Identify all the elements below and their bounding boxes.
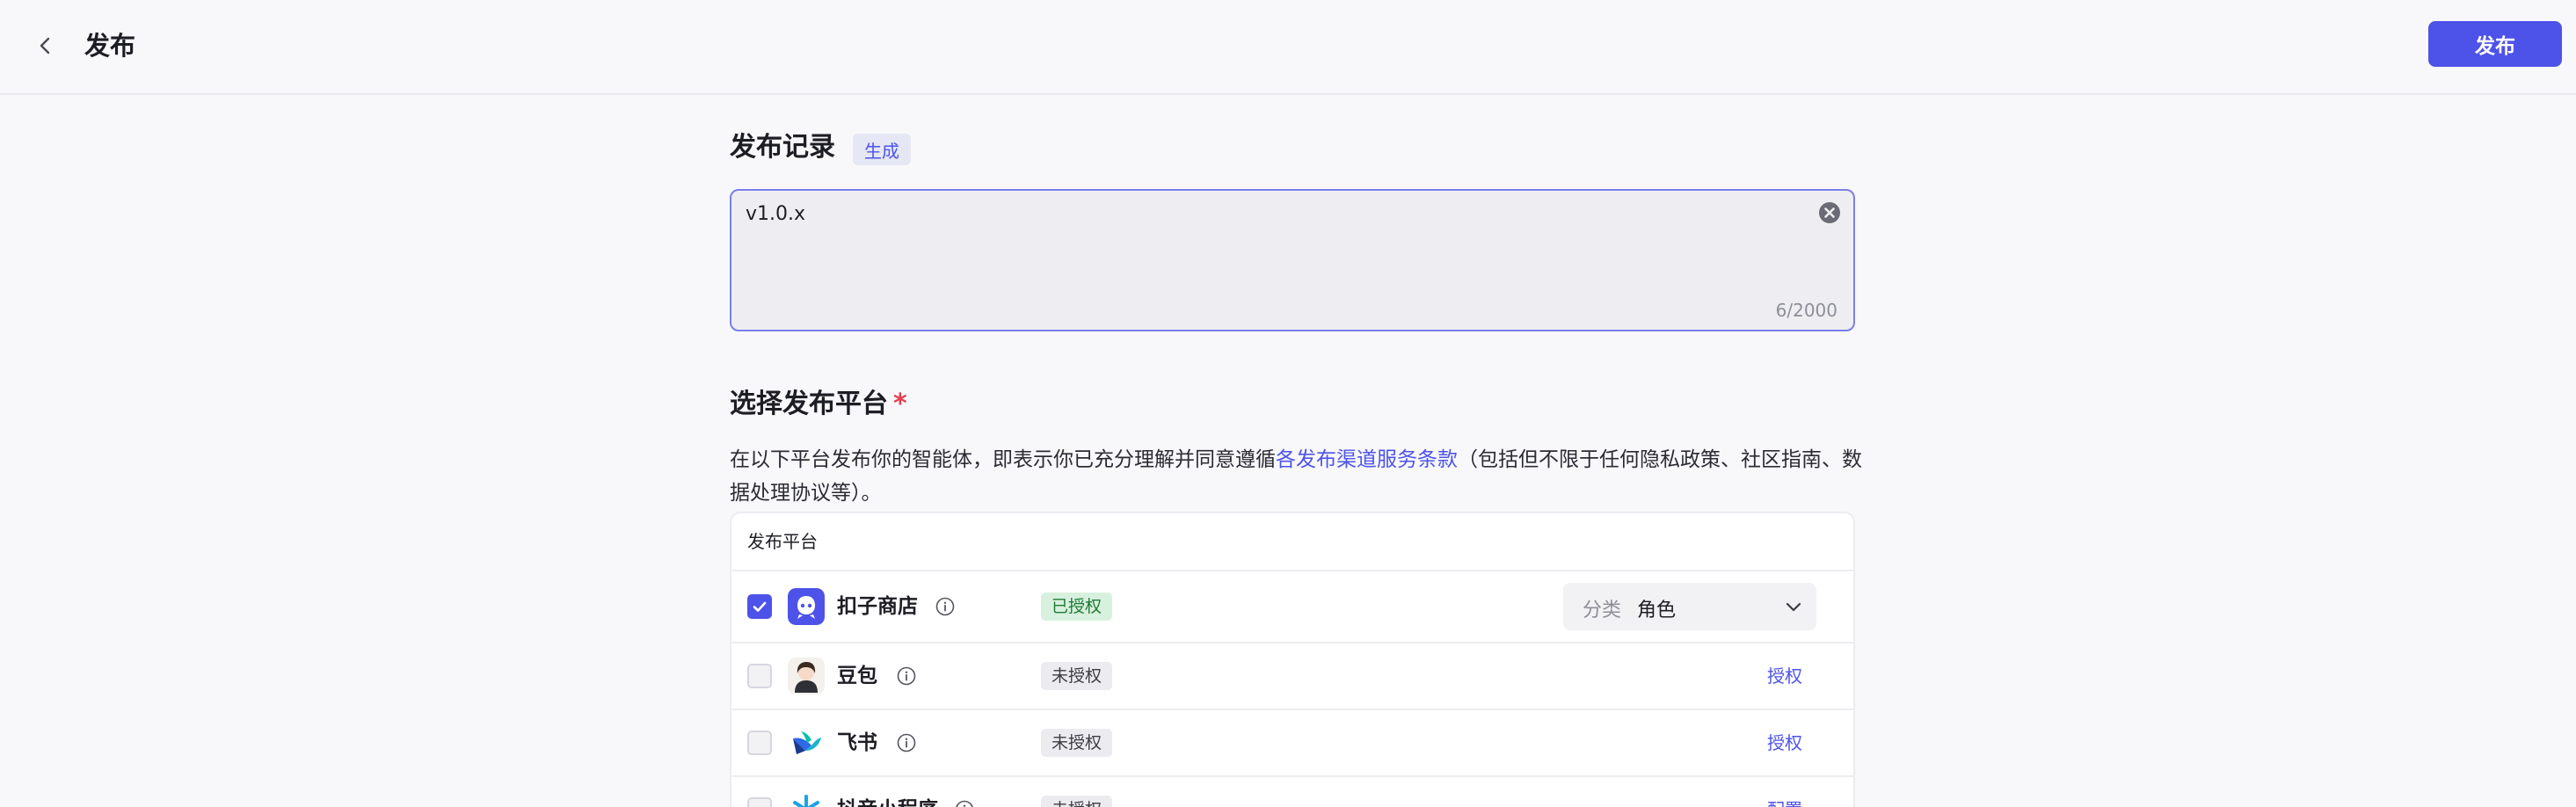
- changelog-field: v1.0.x 6/2000: [730, 189, 1855, 331]
- publish-button[interactable]: 发布: [2428, 21, 2562, 67]
- check-icon: [753, 601, 767, 612]
- platform-title: 选择发布平台 *: [730, 387, 907, 422]
- table-row: 扣子商店 已授权 分类 角色: [731, 571, 1853, 643]
- table-row: 抖音小程序 未授权 配置: [731, 777, 1853, 807]
- info-icon[interactable]: [897, 666, 916, 686]
- platform-checkbox[interactable]: [747, 664, 772, 688]
- platform-table: 发布平台 扣子商店 已授权 分类 角色 豆包 未授权 授权 飞书 未授权 授权: [730, 512, 1855, 807]
- platform-name: 抖音小程序: [837, 796, 938, 807]
- info-icon[interactable]: [897, 733, 916, 752]
- coze-store-icon: [788, 588, 825, 625]
- info-icon[interactable]: [935, 597, 955, 616]
- feishu-icon: [788, 724, 825, 761]
- category-label: 分类: [1583, 600, 1622, 622]
- terms-text-before: 在以下平台发布你的智能体，即表示你已充分理解并同意遵循: [730, 448, 1276, 471]
- required-mark: *: [893, 389, 907, 419]
- info-icon[interactable]: [955, 800, 974, 807]
- category-select[interactable]: 分类 角色: [1563, 583, 1816, 630]
- authorize-link[interactable]: 授权: [1767, 731, 1802, 755]
- generate-button[interactable]: 生成: [853, 134, 911, 165]
- clear-icon[interactable]: [1818, 201, 1841, 224]
- configure-link[interactable]: 配置: [1767, 797, 1802, 807]
- status-badge: 未授权: [1041, 729, 1113, 757]
- char-count: 6/2000: [1775, 300, 1837, 321]
- douyin-mini-program-icon: [788, 791, 825, 807]
- status-badge: 未授权: [1041, 662, 1113, 690]
- terms-link[interactable]: 各发布渠道服务条款: [1276, 448, 1458, 471]
- status-badge: 已授权: [1041, 593, 1113, 621]
- category-value: 角色: [1637, 600, 1677, 622]
- platform-name: 飞书: [837, 731, 877, 754]
- platform-title-text: 选择发布平台: [730, 389, 888, 419]
- doubao-avatar-icon: [788, 658, 825, 694]
- chevron-down-icon: [1786, 602, 1801, 612]
- platform-checkbox[interactable]: [747, 797, 772, 807]
- platform-checkbox[interactable]: [747, 731, 772, 755]
- top-bar: 发布 发布: [0, 0, 2576, 95]
- table-row: 飞书 未授权 授权: [731, 710, 1853, 777]
- back-button[interactable]: [26, 26, 65, 65]
- page-title: 发布: [84, 31, 136, 61]
- status-badge: 未授权: [1041, 796, 1113, 807]
- changelog-input[interactable]: v1.0.x: [746, 203, 1801, 300]
- table-header: 发布平台: [731, 513, 1853, 571]
- platform-name: 扣子商店: [837, 595, 918, 618]
- platform-name: 豆包: [837, 665, 877, 687]
- authorize-link[interactable]: 授权: [1767, 664, 1802, 688]
- changelog-title: 发布记录: [730, 132, 835, 163]
- chevron-left-icon: [40, 37, 50, 55]
- platform-checkbox[interactable]: [747, 594, 772, 619]
- table-row: 豆包 未授权 授权: [731, 643, 1853, 710]
- terms-description: 在以下平台发布你的智能体，即表示你已充分理解并同意遵循各发布渠道服务条款（包括但…: [730, 443, 1864, 510]
